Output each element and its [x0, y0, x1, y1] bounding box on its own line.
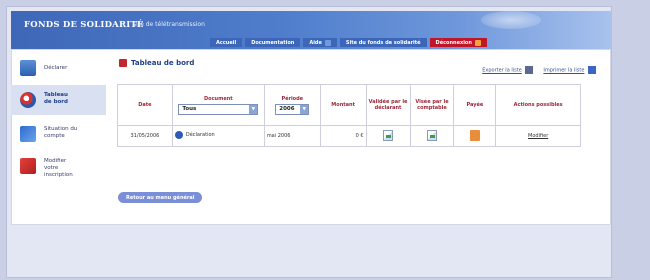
- printer-icon: [588, 66, 596, 74]
- column-header-actions: Actions possibles: [495, 84, 581, 126]
- column-header-paid: Payée: [453, 84, 497, 126]
- tab-aide[interactable]: Aide: [303, 38, 337, 47]
- page-title-text: Tableau de bord: [131, 59, 195, 67]
- modify-link[interactable]: Modifier: [528, 133, 548, 139]
- declaration-link[interactable]: Déclaration: [174, 131, 215, 139]
- column-header-document: Document Tous ▼: [171, 84, 265, 126]
- print-list-link[interactable]: Imprimer la liste: [543, 66, 596, 74]
- period-header-label: Période: [281, 95, 304, 102]
- export-label: Exporter la liste: [482, 67, 522, 74]
- site-logo[interactable]: FONDS DE SOLIDARITÉ: [24, 20, 144, 30]
- dashboard-icon: [20, 92, 36, 108]
- header-decoration: [481, 11, 541, 29]
- tab-label: Documentation: [251, 39, 295, 46]
- column-header-seen: Visée par le comptable: [409, 84, 455, 126]
- cell-actions: Modifier: [495, 125, 581, 147]
- user-icon: [20, 60, 36, 76]
- cell-validated: [365, 125, 411, 147]
- print-label: Imprimer la liste: [543, 67, 585, 74]
- period-filter-value: 2006: [279, 106, 295, 112]
- export-icon: [525, 66, 534, 74]
- tab-accueil[interactable]: Accueil: [210, 38, 243, 47]
- document-header-label: Document: [204, 95, 233, 102]
- dashboard-title-icon: [119, 59, 127, 67]
- declaration-label: Déclaration: [185, 132, 215, 138]
- tab-deconnexion[interactable]: Déconnexion: [429, 38, 487, 47]
- sidebar-item-label: Modifier votre inscription: [44, 158, 73, 178]
- table-header-row: Date Document Tous ▼ Période 2006 ▼ Mont…: [117, 84, 581, 126]
- column-header-period: Période 2006 ▼: [263, 84, 321, 126]
- back-to-main-menu-button[interactable]: Retour au menu général: [118, 192, 203, 203]
- cell-seen: [409, 125, 455, 147]
- column-header-amount: Montant: [319, 84, 367, 126]
- cell-paid: [453, 125, 497, 147]
- sidebar-item-label: Déclarer: [44, 65, 68, 71]
- table-row: 31/05/2006 Déclaration mai 2006 0 € Modi…: [117, 125, 581, 147]
- tab-label: Site du fonds de solidarité: [345, 39, 421, 46]
- document-check-icon[interactable]: [383, 129, 394, 141]
- cell-period: mai 2006: [263, 125, 321, 147]
- tab-label: Accueil: [216, 39, 237, 46]
- payment-icon[interactable]: [469, 129, 480, 141]
- tab-label: Déconnexion: [435, 39, 472, 46]
- period-filter-select[interactable]: 2006 ▼: [275, 103, 310, 115]
- document-check-icon[interactable]: [426, 129, 437, 141]
- account-icon: [20, 126, 36, 142]
- site-subtitle: site de télétransmission: [133, 21, 205, 28]
- sidebar-item-situation-compte[interactable]: Situation du compte: [11, 123, 106, 151]
- sidebar: Déclarer Tableau de bord Situation du co…: [11, 49, 106, 225]
- tab-documentation[interactable]: Documentation: [245, 38, 301, 47]
- tab-site-fonds[interactable]: Site du fonds de solidarité: [339, 38, 427, 47]
- sidebar-item-tableau-de-bord[interactable]: Tableau de bord: [11, 85, 106, 115]
- logout-icon: [474, 39, 481, 46]
- top-nav: Accueil Documentation Aide Site du fonds…: [210, 38, 487, 47]
- sidebar-item-declarer[interactable]: Déclarer: [11, 57, 106, 81]
- cell-amount: 0 €: [319, 125, 367, 147]
- book-icon: [20, 158, 36, 174]
- magnifier-icon: [174, 131, 183, 139]
- column-header-validated: Validée par le déclarant: [365, 84, 411, 126]
- sidebar-item-modifier-inscription[interactable]: Modifier votre inscription: [11, 155, 106, 189]
- export-list-link[interactable]: Exporter la liste: [482, 66, 534, 74]
- document-filter-value: Tous: [182, 106, 197, 112]
- cell-document: Déclaration: [171, 125, 265, 147]
- chevron-down-icon: ▼: [249, 104, 258, 114]
- page-title: Tableau de bord: [119, 59, 194, 67]
- cell-date: 31/05/2006: [117, 125, 173, 147]
- list-actions: Exporter la liste Imprimer la liste: [482, 66, 596, 74]
- tab-label: Aide: [309, 39, 322, 46]
- column-header-date: Date: [117, 84, 173, 126]
- chevron-down-icon: ▼: [300, 104, 309, 114]
- help-icon: [324, 39, 331, 46]
- document-filter-select[interactable]: Tous ▼: [178, 103, 259, 115]
- sidebar-item-label: Situation du compte: [44, 126, 78, 139]
- sidebar-item-label: Tableau de bord: [44, 92, 68, 105]
- dashboard-table: Date Document Tous ▼ Période 2006 ▼ Mont…: [117, 84, 581, 147]
